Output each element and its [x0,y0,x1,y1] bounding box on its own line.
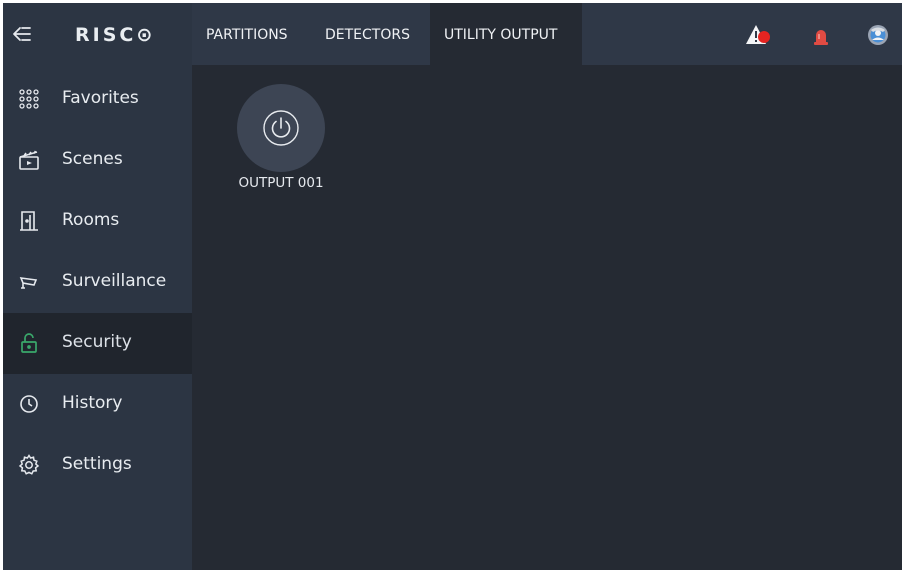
risco-logo: RISC⊙ [75,24,156,46]
tab-partitions[interactable]: PARTITIONS [192,3,310,65]
clapperboard-icon [17,148,41,172]
lock-icon [17,331,41,355]
sidebar-item-rooms[interactable]: Rooms [3,191,192,252]
alert-triangle-icon[interactable] [744,23,770,47]
tab-detectors[interactable]: DETECTORS [310,3,430,65]
sidebar-item-label: Rooms [62,210,120,230]
tab-label: PARTITIONS [206,27,288,43]
sidebar-item-history[interactable]: History [3,374,192,435]
tab-label: UTILITY OUTPUT [444,27,558,43]
sidebar-item-label: Surveillance [62,271,167,291]
camera-icon [17,270,41,294]
door-icon [17,209,41,233]
output-label: OUTPUT 001 [238,175,324,191]
sidebar-item-label: Settings [62,454,132,474]
sidebar: RISC⊙ Favorites Scenes Rooms Surveillanc… [3,3,192,570]
back-arrow-icon[interactable] [11,23,33,45]
history-icon [17,392,41,416]
output-tile[interactable]: OUTPUT 001 [226,81,336,201]
sidebar-item-settings[interactable]: Settings [3,435,192,496]
tab-utility-output[interactable]: UTILITY OUTPUT [430,3,582,65]
sidebar-item-label: Favorites [62,88,139,108]
sidebar-item-label: History [62,393,123,413]
sidebar-header: RISC⊙ [3,3,192,65]
app-window: RISC⊙ Favorites Scenes Rooms Surveillanc… [3,3,902,570]
gear-icon [17,453,41,477]
sidebar-item-label: Security [62,332,132,352]
top-bar: PARTITIONS DETECTORS UTILITY OUTPUT [192,3,902,65]
sidebar-item-surveillance[interactable]: Surveillance [3,252,192,313]
sidebar-item-favorites[interactable]: Favorites [3,69,192,130]
grid-icon [17,87,41,111]
sidebar-item-label: Scenes [62,149,123,169]
output-toggle-button[interactable] [237,84,325,172]
tab-label: DETECTORS [325,27,410,43]
siren-icon[interactable] [808,23,834,47]
sidebar-item-security[interactable]: Security [3,313,192,374]
power-icon [262,109,300,147]
user-avatar-icon[interactable] [865,23,891,47]
sidebar-item-scenes[interactable]: Scenes [3,130,192,191]
